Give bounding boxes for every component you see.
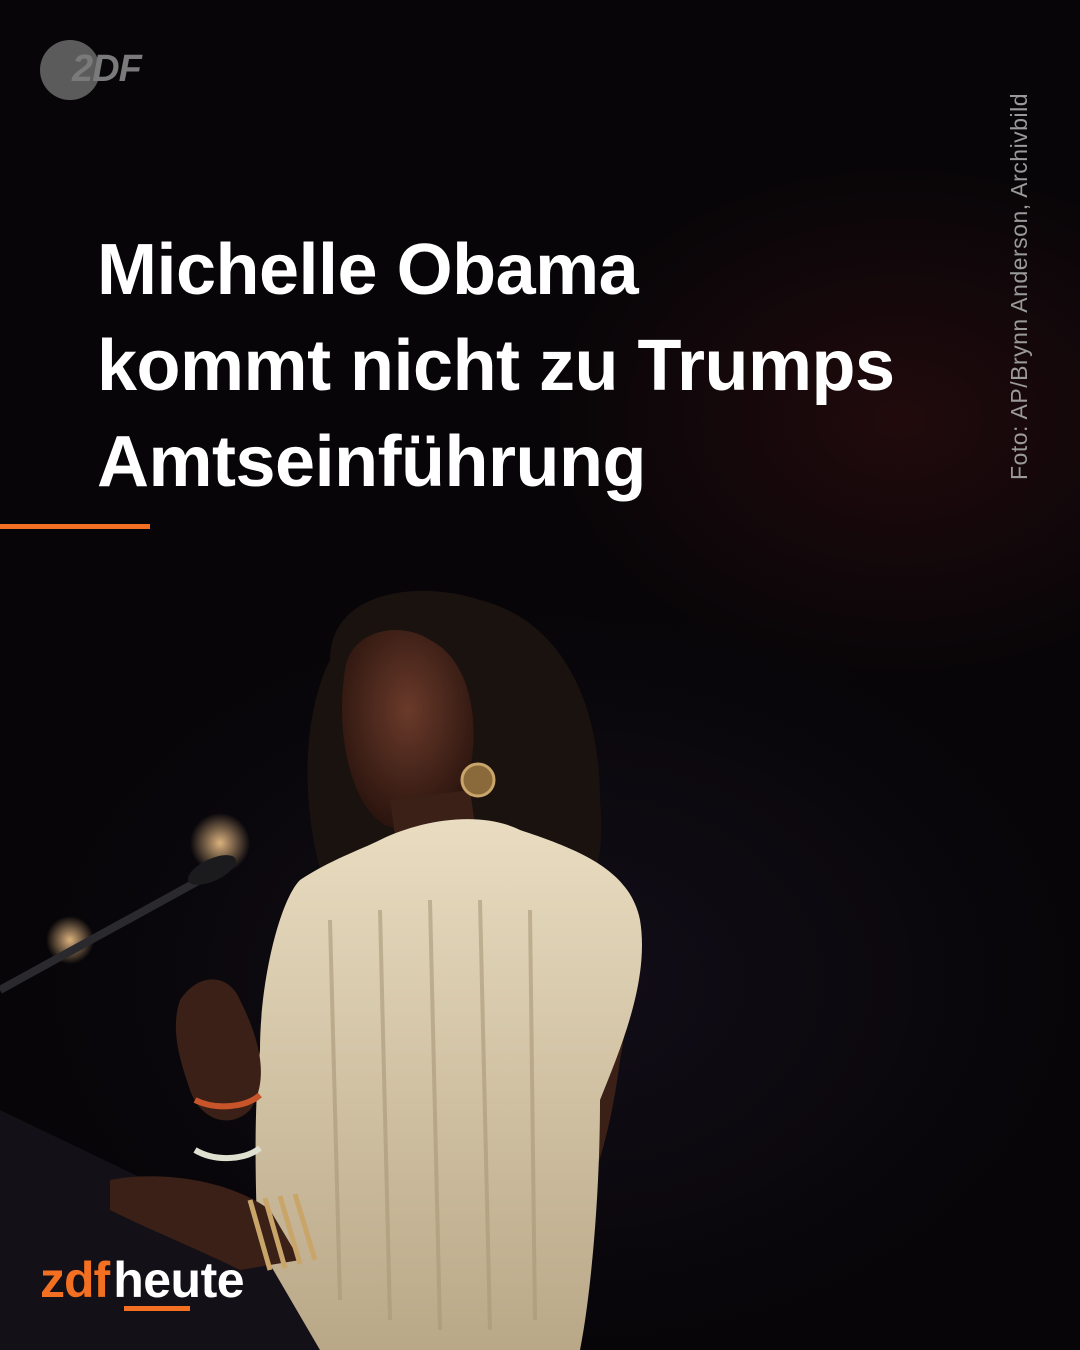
brand-zdf: zdf [40,1252,110,1308]
zdf-corner-logo: 2DF [40,40,160,102]
speaker-photo [0,590,642,1350]
microphone [0,876,202,994]
post-canvas: 2DF Michelle Obama kommt nicht zu Trumps… [0,0,1080,1350]
zdf-logo-text: 2DF [72,48,142,90]
brand-heute: heute [113,1252,245,1308]
earring [460,762,496,798]
sweater [255,819,642,1350]
photo-credit: Foto: AP/Brynn Anderson, Archivbild [1006,93,1032,480]
headline-line-3: Amtseinführung [97,422,646,502]
brand-underline [124,1306,190,1311]
bracelets [193,1145,262,1162]
headline: Michelle Obama kommt nicht zu Trumps Amt… [97,222,997,510]
headline-line-1: Michelle Obama [97,230,639,310]
brand-logo: zdfheute [40,1250,245,1320]
accent-divider [0,524,150,529]
headline-line-2: kommt nicht zu Trumps [97,326,895,406]
